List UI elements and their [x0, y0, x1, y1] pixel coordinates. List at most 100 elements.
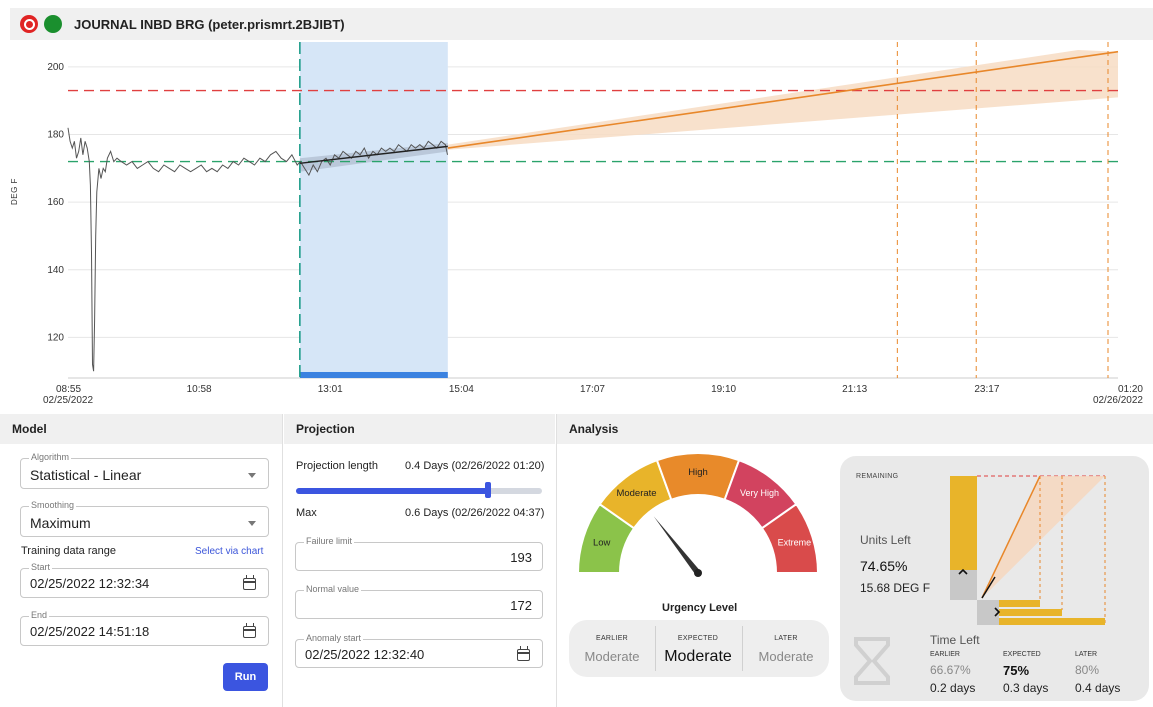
- end-label: End: [29, 610, 50, 620]
- gauge-segment-label: High: [688, 467, 708, 478]
- algorithm-select[interactable]: Algorithm Statistical - Linear: [20, 452, 269, 489]
- projection-length-label: Projection length: [296, 460, 378, 472]
- urgency-gauge: Low Moderate High Very High Extreme: [576, 452, 820, 577]
- time-left-expected-days: 0.3 days: [1003, 681, 1049, 695]
- training-range-band[interactable]: [299, 42, 448, 378]
- x-tick-label: 23:17: [974, 384, 999, 395]
- run-button[interactable]: Run: [223, 663, 268, 691]
- start-value: 02/25/2022 12:32:34: [30, 576, 150, 591]
- y-tick-label: 120: [47, 332, 64, 343]
- mini-projection-cone: [982, 476, 1105, 598]
- y-axis-ticks: 120 140 160 180 200: [47, 62, 64, 344]
- end-value: 02/25/2022 14:51:18: [30, 624, 150, 639]
- units-remaining-bar: [950, 476, 977, 570]
- max-label: Max: [296, 507, 317, 519]
- y-tick-label: 180: [47, 130, 64, 141]
- units-left-label: Units Left: [860, 533, 911, 547]
- time-left-label: Time Left: [930, 633, 980, 647]
- remaining-label: REMAINING: [856, 473, 899, 480]
- urgency-expected-value: Moderate: [664, 648, 732, 665]
- smoothing-value: Maximum: [30, 515, 91, 531]
- time-left-expected-label: EXPECTED: [1003, 651, 1041, 658]
- analysis-panel-title: Analysis: [569, 422, 619, 436]
- time-left-later-percent: 80%: [1075, 663, 1100, 677]
- urgency-earlier-label: EARLIER: [595, 635, 629, 642]
- chart-gridlines: [68, 66, 1118, 379]
- gauge-segment-label: Extreme: [778, 538, 812, 548]
- trend-chart[interactable]: 120 140 160 180 200 08:5502/25/2022 10:58 13:0…: [0, 40, 1153, 412]
- projection-length-value: 0.4 Days (02/26/2022 01:20): [405, 460, 545, 472]
- calendar-icon[interactable]: [243, 623, 256, 638]
- urgency-earlier: EARLIER Moderate: [569, 620, 655, 677]
- anomaly-start-label: Anomaly start: [304, 633, 364, 643]
- y-tick-label: 160: [47, 197, 64, 208]
- x-tick-label: 10:58: [187, 384, 212, 395]
- units-used-bar: [950, 570, 977, 600]
- y-tick-label: 200: [47, 62, 64, 73]
- urgency-expected: EXPECTED Moderate: [655, 620, 741, 677]
- end-date-field[interactable]: End 02/25/2022 14:51:18: [20, 610, 269, 646]
- title-bar: JOURNAL INBD BRG (peter.prismrt.2BJIBT): [10, 8, 1153, 40]
- units-left-value: 15.68 DEG F: [860, 581, 931, 595]
- anomaly-start-value: 02/25/2022 12:32:40: [305, 647, 425, 662]
- select-via-chart-link[interactable]: Select via chart: [195, 546, 263, 557]
- projection-panel-title: Projection: [296, 422, 355, 436]
- x-tick-date: 02/25/2022: [43, 395, 93, 406]
- dropdown-caret-icon: [248, 521, 256, 526]
- dropdown-caret-icon: [248, 473, 256, 478]
- start-date-field[interactable]: Start 02/25/2022 12:32:34: [20, 562, 269, 598]
- urgency-summary: EARLIER Moderate EXPECTED Moderate LATER…: [569, 620, 829, 677]
- calendar-icon[interactable]: [243, 575, 256, 590]
- x-tick-label: 01:20: [1118, 384, 1143, 395]
- x-tick-label: 15:04: [449, 384, 474, 395]
- analysis-panel-header: Analysis: [557, 414, 1153, 444]
- gauge-needle: [653, 516, 701, 575]
- status-icon: [44, 15, 62, 33]
- training-range-bar[interactable]: [299, 372, 448, 378]
- gauge-segment-label: Moderate: [616, 488, 656, 499]
- panel-divider: [282, 414, 283, 707]
- time-left-expected-percent: 75%: [1003, 663, 1030, 678]
- gauge-segment-label: Very High: [740, 488, 779, 498]
- urgency-expected-label: EXPECTED: [677, 635, 719, 642]
- normal-value-value: 172: [510, 598, 532, 613]
- panel-divider: [556, 414, 557, 707]
- app-logo-icon: [20, 15, 38, 33]
- urgency-earlier-value: Moderate: [584, 649, 640, 664]
- y-tick-label: 140: [47, 265, 64, 276]
- x-axis-ticks: 08:5502/25/2022 10:58 13:01 15:04 17:07 19:10…: [43, 384, 1143, 406]
- units-left-percent: 74.65%: [860, 558, 908, 574]
- time-left-earlier-days: 0.2 days: [930, 681, 976, 695]
- time-left-later-days: 0.4 days: [1075, 681, 1121, 695]
- anomaly-start-field[interactable]: Anomaly start 02/25/2022 12:32:40: [295, 633, 543, 668]
- mini-fit-line: [981, 576, 996, 599]
- projection-slider-thumb[interactable]: [485, 482, 491, 498]
- calendar-icon[interactable]: [517, 646, 530, 661]
- time-left-earlier-label: EARLIER: [930, 651, 960, 658]
- x-tick-label: 21:13: [842, 384, 867, 395]
- time-left-later-label: LATER: [1075, 651, 1098, 658]
- gauge-segment-label: Low: [593, 538, 611, 549]
- urgency-later: LATER Moderate: [743, 620, 829, 677]
- failure-limit-value: 193: [510, 550, 532, 565]
- projection-slider-fill: [296, 488, 488, 494]
- model-panel-title: Model: [12, 422, 47, 436]
- urgency-later-label: LATER: [774, 635, 798, 642]
- x-tick-label: 08:55: [56, 384, 81, 395]
- window-title: JOURNAL INBD BRG (peter.prismrt.2BJIBT): [74, 16, 345, 32]
- failure-limit-field[interactable]: Failure limit 193: [295, 536, 543, 571]
- smoothing-label: Smoothing: [29, 500, 77, 510]
- remaining-mini-chart: [950, 475, 1106, 625]
- normal-value-field[interactable]: Normal value 172: [295, 584, 543, 619]
- training-range-label: Training data range: [21, 545, 116, 557]
- model-panel-header: Model: [0, 414, 282, 444]
- time-used-bar: [977, 600, 999, 625]
- hourglass-icon: [854, 637, 890, 685]
- x-tick-date: 02/26/2022: [1093, 395, 1143, 406]
- projection-panel-header: Projection: [284, 414, 555, 444]
- algorithm-value: Statistical - Linear: [30, 467, 142, 483]
- failure-limit-label: Failure limit: [304, 536, 355, 546]
- smoothing-select[interactable]: Smoothing Maximum: [20, 500, 269, 537]
- time-left-earlier-percent: 66.67%: [930, 663, 971, 677]
- start-label: Start: [29, 562, 53, 572]
